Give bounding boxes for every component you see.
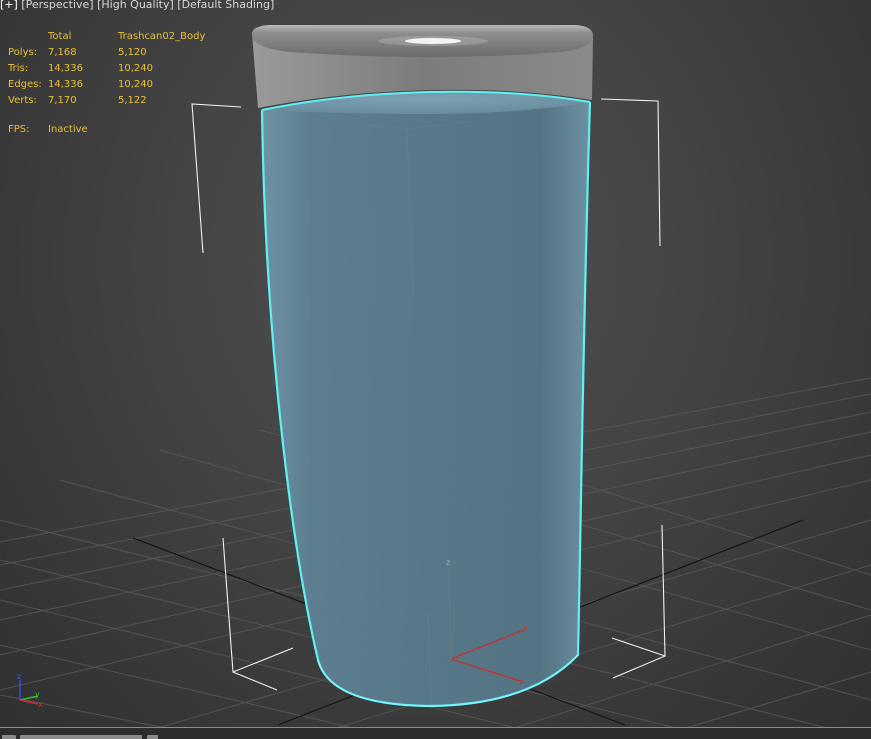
stats-row-object: 5,122 — [118, 95, 147, 106]
panel-tab[interactable] — [2, 735, 16, 739]
fps-readout: FPS: Inactive — [8, 124, 88, 135]
view-axis-z-label: z — [17, 672, 21, 681]
view-axis-y-label: y — [35, 690, 40, 699]
stats-row-object: 5,120 — [118, 47, 147, 58]
viewport-scene[interactable]: y x z z y x — [0, 0, 871, 739]
stats-row-label: Verts: — [8, 95, 37, 106]
stats-row-object: 10,240 — [118, 79, 153, 90]
viewport-general-menu[interactable]: [+] — [0, 0, 18, 11]
stats-row-label: Edges: — [8, 79, 42, 90]
stats-row-total: 14,336 — [48, 63, 83, 74]
bottom-panel-strip — [0, 727, 871, 739]
trashcan-body[interactable] — [260, 90, 592, 708]
stats-row-total: 7,170 — [48, 95, 77, 106]
gizmo-x-label: x — [519, 677, 524, 686]
stats-header-total: Total — [48, 31, 72, 42]
viewport-quality-menu[interactable]: [High Quality] — [94, 0, 174, 11]
panel-tab[interactable] — [147, 735, 158, 739]
gizmo-z-label: z — [446, 558, 450, 567]
fps-value: Inactive — [48, 124, 88, 135]
stats-row-label: Polys: — [8, 47, 38, 58]
panel-tab[interactable] — [20, 735, 142, 739]
viewport-point-of-view-menu[interactable]: [Perspective] — [18, 0, 93, 11]
view-axis-x-label: x — [38, 700, 43, 709]
view-axis-tripod: z y x — [17, 672, 43, 709]
stats-row-total: 7,168 — [48, 47, 77, 58]
stats-header-object: Trashcan02_Body — [118, 31, 206, 42]
gizmo-y-label: y — [523, 623, 528, 632]
3d-viewport[interactable]: y x z z y x [+] [Perspective] [High Qual… — [0, 0, 871, 739]
stats-row-total: 14,336 — [48, 79, 83, 90]
fps-label: FPS: — [8, 124, 30, 135]
viewport-shading-menu[interactable]: [Default Shading] — [174, 0, 274, 11]
stats-row-object: 10,240 — [118, 63, 153, 74]
viewport-label-menu: [+] [Perspective] [High Quality] [Defaul… — [0, 0, 274, 11]
stats-row-label: Tris: — [8, 63, 29, 74]
